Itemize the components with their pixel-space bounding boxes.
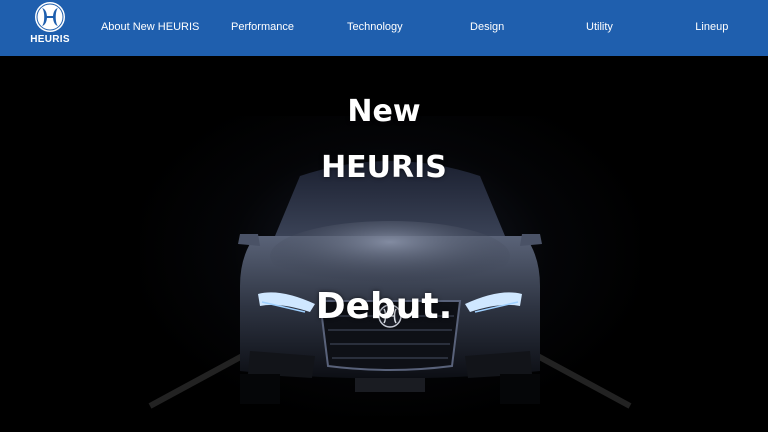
nav-design[interactable]: Design [431, 0, 543, 56]
nav-performance[interactable]: Performance [206, 0, 318, 56]
nav-lineup[interactable]: Lineup [656, 0, 768, 56]
nav-utility[interactable]: Utility [543, 0, 655, 56]
hero-headline-line-3: Debut. [315, 286, 453, 327]
hero-banner: New HEURIS Debut. [0, 56, 768, 432]
hero-headline-line-1: New [347, 94, 421, 129]
brand-logo[interactable]: HEURIS [30, 0, 70, 52]
hero-headline-line-2: HEURIS [321, 150, 447, 185]
nav-technology[interactable]: Technology [319, 0, 431, 56]
nav-about-new-heuris[interactable]: About New HEURIS [94, 0, 206, 56]
page: HEURIS About New HEURIS Performance Tech… [0, 0, 768, 432]
main-menu: About New HEURIS Performance Technology … [94, 0, 768, 56]
top-navigation-bar: HEURIS About New HEURIS Performance Tech… [0, 0, 768, 56]
heuris-emblem-icon [35, 2, 65, 32]
brand-wordmark: HEURIS [30, 34, 70, 45]
